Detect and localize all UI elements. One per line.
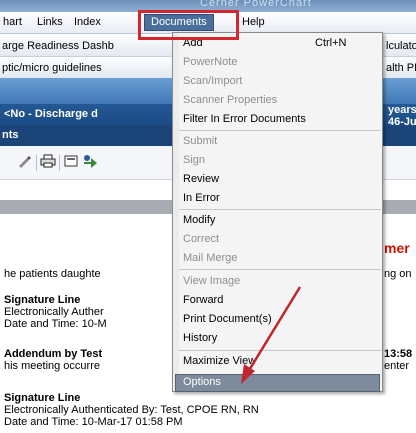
annotation-arrow-icon	[241, 286, 302, 384]
